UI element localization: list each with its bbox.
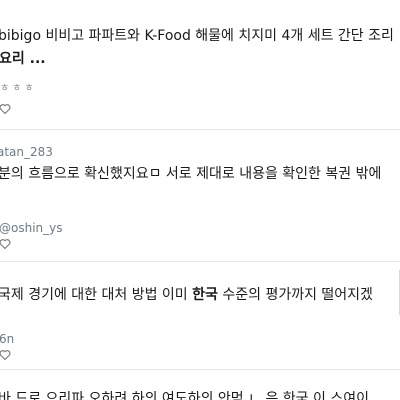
- post-text: 분의 흐름으로 확신했지요ㅁ 서로 제대로 내용을 확인한 복권 밖에: [0, 166, 382, 182]
- post-text-part: 국제 경기에 대한 대처 방법 이미: [0, 287, 193, 303]
- post-text: 바 드로 으리파 오하려 하의 여도하의 안먹 ㄴ 은 한국 이 스여이: [0, 391, 369, 400]
- author-name[interactable]: atan_283: [0, 144, 53, 160]
- post-text-part: 수준의 평가까지 떨어지겠: [217, 287, 373, 303]
- heart-icon[interactable]: [0, 349, 11, 361]
- heart-icon[interactable]: [0, 238, 11, 250]
- author-name[interactable]: 6n: [0, 331, 14, 347]
- post-text: bibigo 비비고 파파트와 K-Food 해물에 치지미 4개 세트 간단 …: [0, 28, 394, 44]
- divider: [0, 129, 400, 130]
- post-text: 요리 ...: [0, 51, 46, 67]
- heart-icon[interactable]: [0, 103, 11, 115]
- highlighted-keyword: 한국: [192, 287, 218, 303]
- post-feed: bibigo 비비고 파파트와 K-Food 해물에 치지미 4개 세트 간단 …: [0, 0, 400, 400]
- divider: [0, 261, 400, 262]
- divider: [0, 369, 400, 370]
- reaction-dots: ㅎㅎㅎ: [0, 83, 37, 94]
- mention-link[interactable]: @oshin_ys: [0, 220, 63, 236]
- post-text: 국제 경기에 대한 대처 방법 이미 한국 수준의 평가까지 떨어지겠: [0, 285, 373, 305]
